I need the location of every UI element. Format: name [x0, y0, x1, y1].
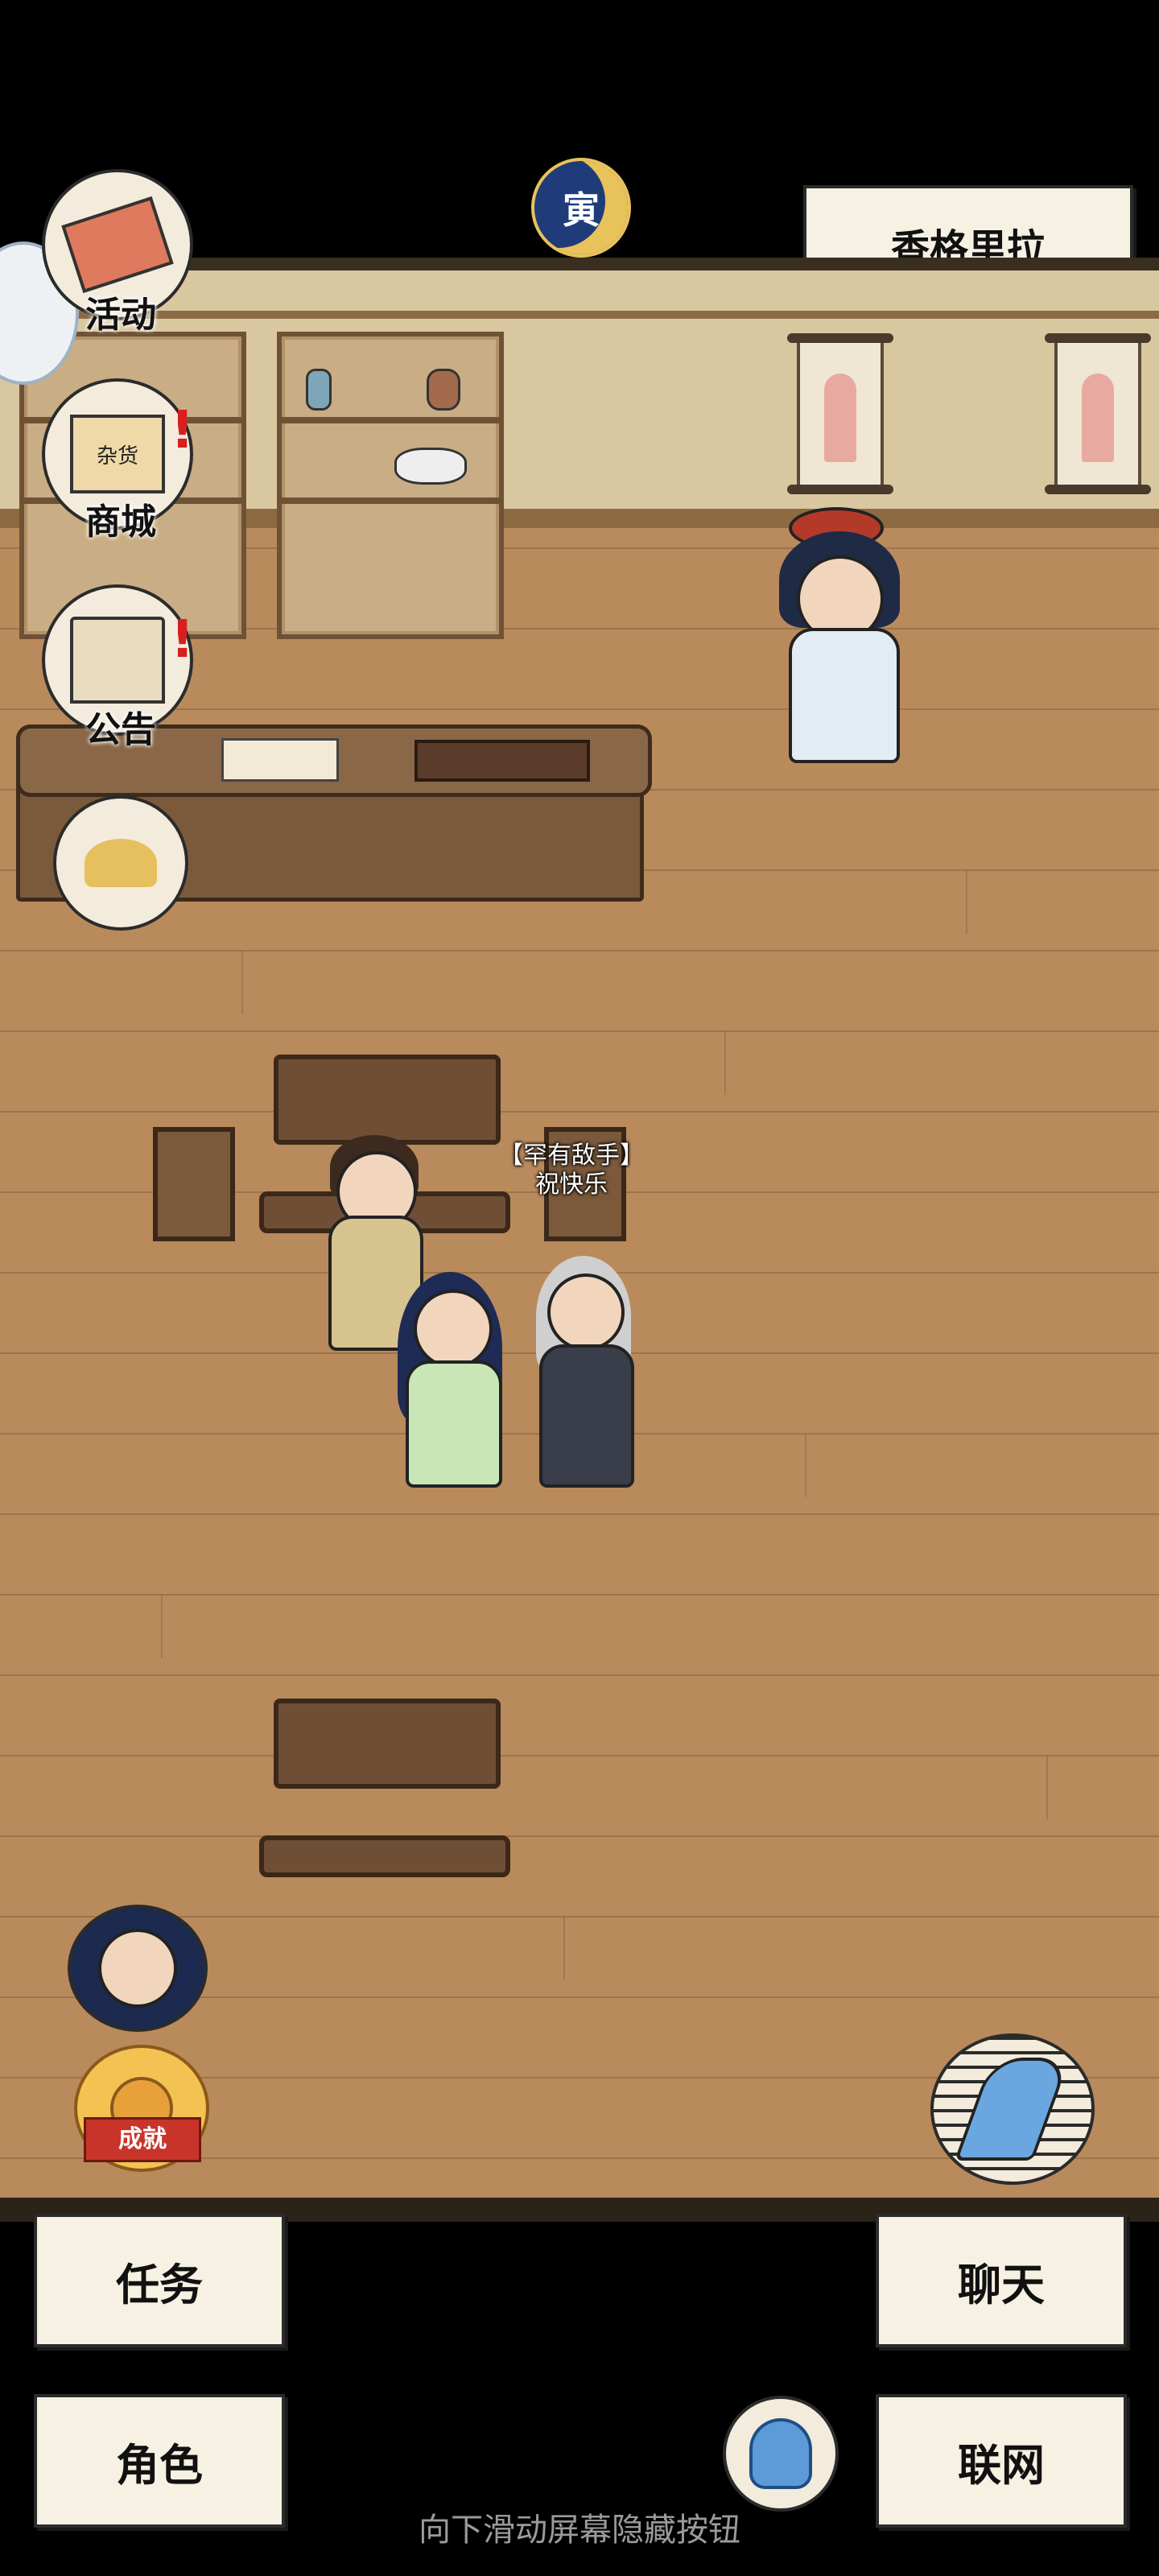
quest-button[interactable]: 任务: [34, 2214, 285, 2347]
meditate-button[interactable]: [723, 2396, 839, 2512]
running-man-icon: [954, 2058, 1071, 2161]
innkeeper-npc[interactable]: [765, 507, 926, 765]
chat-button[interactable]: 聊天: [876, 2214, 1127, 2347]
notice-label: 公告: [85, 709, 156, 750]
banner-flag-icon: [61, 196, 174, 294]
wall-scroll-painting: [1045, 333, 1151, 494]
hide-buttons-hint: 向下滑动屏幕隐藏按钮: [419, 2512, 740, 2549]
quest-label: 任务: [116, 2259, 203, 2310]
shop-alert-icon: !: [171, 401, 195, 460]
player-title: 【罕有敌手】: [499, 1141, 644, 1170]
activity-label: 活动: [85, 295, 156, 336]
network-label: 联网: [958, 2439, 1045, 2491]
wall-scroll-painting: [787, 333, 893, 494]
character-label: 角色: [116, 2439, 203, 2491]
dining-table: [274, 1699, 501, 1789]
meditation-icon: [749, 2418, 812, 2489]
wheat-grain-icon: [85, 839, 157, 887]
shop-sign: 杂货: [96, 444, 138, 469]
player-character[interactable]: [531, 1256, 636, 1489]
shop-label: 商城: [85, 502, 156, 543]
companion-portrait-button[interactable]: [68, 1905, 208, 2032]
notice-alert-icon: !: [171, 610, 195, 670]
npc-girl-green[interactable]: [394, 1272, 507, 1489]
shop-stall-icon: 杂货: [70, 415, 165, 493]
sprint-button[interactable]: [930, 2033, 1095, 2185]
player-name: 祝快乐: [535, 1170, 608, 1199]
bench: [259, 1835, 510, 1877]
moon-time-icon[interactable]: 寅: [531, 158, 631, 258]
achievement-label: 成就: [84, 2117, 201, 2162]
harvest-button[interactable]: [53, 795, 188, 931]
chat-label: 聊天: [958, 2259, 1045, 2310]
player-name-tag: 【罕有敌手】 祝快乐: [475, 1141, 668, 1199]
stool: [153, 1127, 235, 1241]
notice-pavilion-icon: [70, 617, 165, 704]
companion-portrait-icon: [98, 1929, 177, 2008]
cabinet-right: [277, 332, 504, 639]
time-glyph: 寅: [563, 188, 600, 232]
